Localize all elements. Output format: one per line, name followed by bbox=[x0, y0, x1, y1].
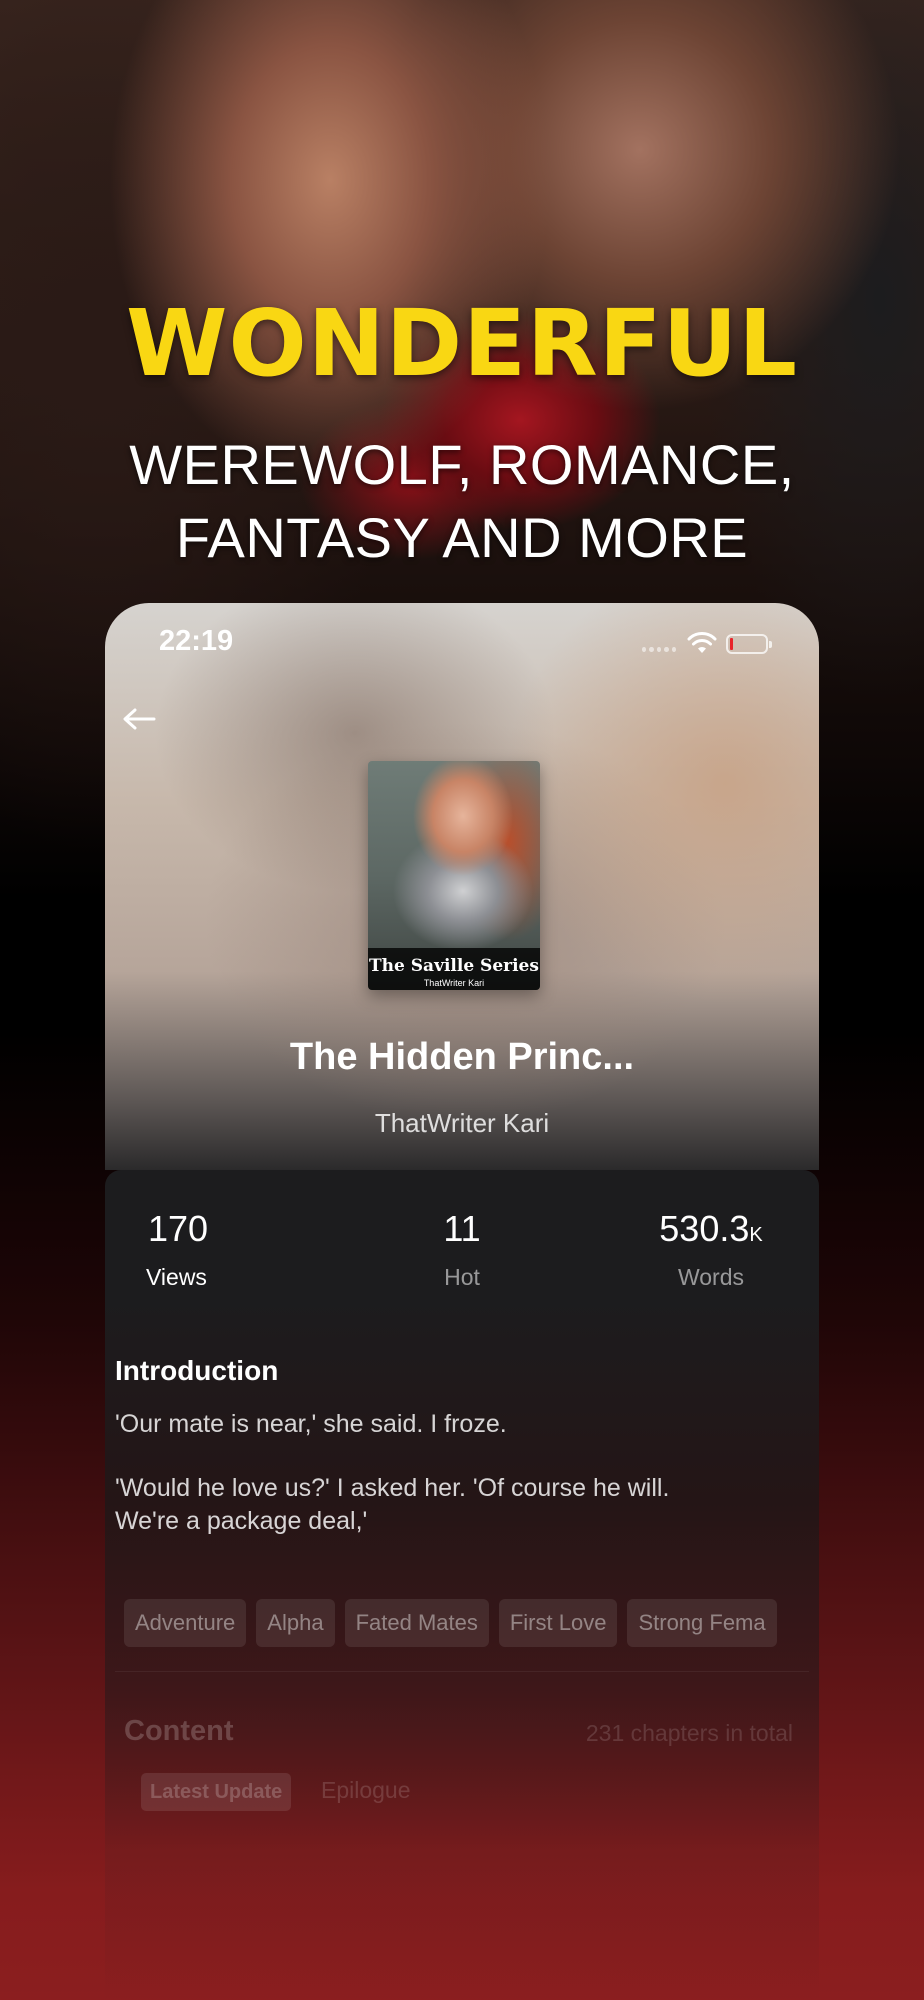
book-title: The Hidden Princ... bbox=[289, 1036, 635, 1078]
intro-line: We're a package deal,' bbox=[115, 1507, 368, 1535]
words-number: 530.3 bbox=[659, 1208, 750, 1249]
tag-alpha[interactable]: Alpha bbox=[256, 1599, 335, 1647]
genre-tags: Adventure Alpha Fated Mates First Love Stron… bbox=[124, 1599, 819, 1647]
latest-chapter-link[interactable]: Epilogue bbox=[321, 1777, 411, 1804]
promo-subline-2: FANTASY AND MORE bbox=[175, 506, 749, 569]
latest-update-badge: Latest Update bbox=[141, 1773, 292, 1811]
tag-adventure[interactable]: Adventure bbox=[124, 1599, 247, 1647]
chapters-total[interactable]: 231 chapters in total bbox=[586, 1720, 793, 1747]
promo-subline-1: WEREWOLF, ROMANCE, bbox=[129, 433, 795, 496]
stat-hot: 11 Hot bbox=[402, 1206, 522, 1291]
arrow-left-icon bbox=[123, 708, 156, 730]
section-divider bbox=[115, 1671, 809, 1672]
hot-value: 11 bbox=[443, 1208, 481, 1249]
tag-strong-female[interactable]: Strong Fema bbox=[627, 1599, 777, 1647]
words-value: 530.3K bbox=[636, 1206, 786, 1252]
battery-icon bbox=[726, 634, 772, 654]
status-time: 22:19 bbox=[159, 625, 234, 657]
hot-label: Hot bbox=[444, 1264, 480, 1290]
phone-screen: 22:19 The Saville Series ThatWriter Kari… bbox=[105, 603, 819, 2000]
wifi-icon bbox=[687, 632, 717, 653]
cover-series-title: The Saville Series bbox=[369, 956, 539, 976]
stat-words: 530.3K Words bbox=[636, 1206, 786, 1291]
words-unit: K bbox=[749, 1224, 763, 1246]
intro-line: 'Our mate is near,' she said. I froze. bbox=[115, 1410, 507, 1438]
views-value: 170 bbox=[148, 1208, 209, 1249]
back-button[interactable] bbox=[119, 699, 159, 739]
promo-headline: WONDERFUL bbox=[126, 290, 798, 397]
introduction-heading: Introduction bbox=[115, 1355, 279, 1386]
stat-views: 170 Views bbox=[146, 1206, 256, 1291]
signal-dots-icon bbox=[642, 647, 677, 653]
book-stats: 170 Views 11 Hot 530.3K Words bbox=[105, 1206, 819, 1316]
words-label: Words bbox=[677, 1264, 745, 1290]
tag-fated-mates[interactable]: Fated Mates bbox=[344, 1599, 489, 1647]
introduction-text[interactable]: 'Our mate is near,' she said. I froze. '… bbox=[115, 1408, 755, 1538]
book-author[interactable]: ThatWriter Kari bbox=[105, 1108, 819, 1139]
cover-author: ThatWriter Kari bbox=[423, 978, 485, 988]
views-label: Views bbox=[146, 1264, 207, 1290]
tag-first-love[interactable]: First Love bbox=[498, 1599, 618, 1647]
intro-line: 'Would he love us?' I asked her. 'Of cou… bbox=[115, 1474, 670, 1502]
content-heading: Content bbox=[124, 1715, 234, 1747]
book-cover[interactable]: The Saville Series ThatWriter Kari bbox=[368, 761, 540, 990]
